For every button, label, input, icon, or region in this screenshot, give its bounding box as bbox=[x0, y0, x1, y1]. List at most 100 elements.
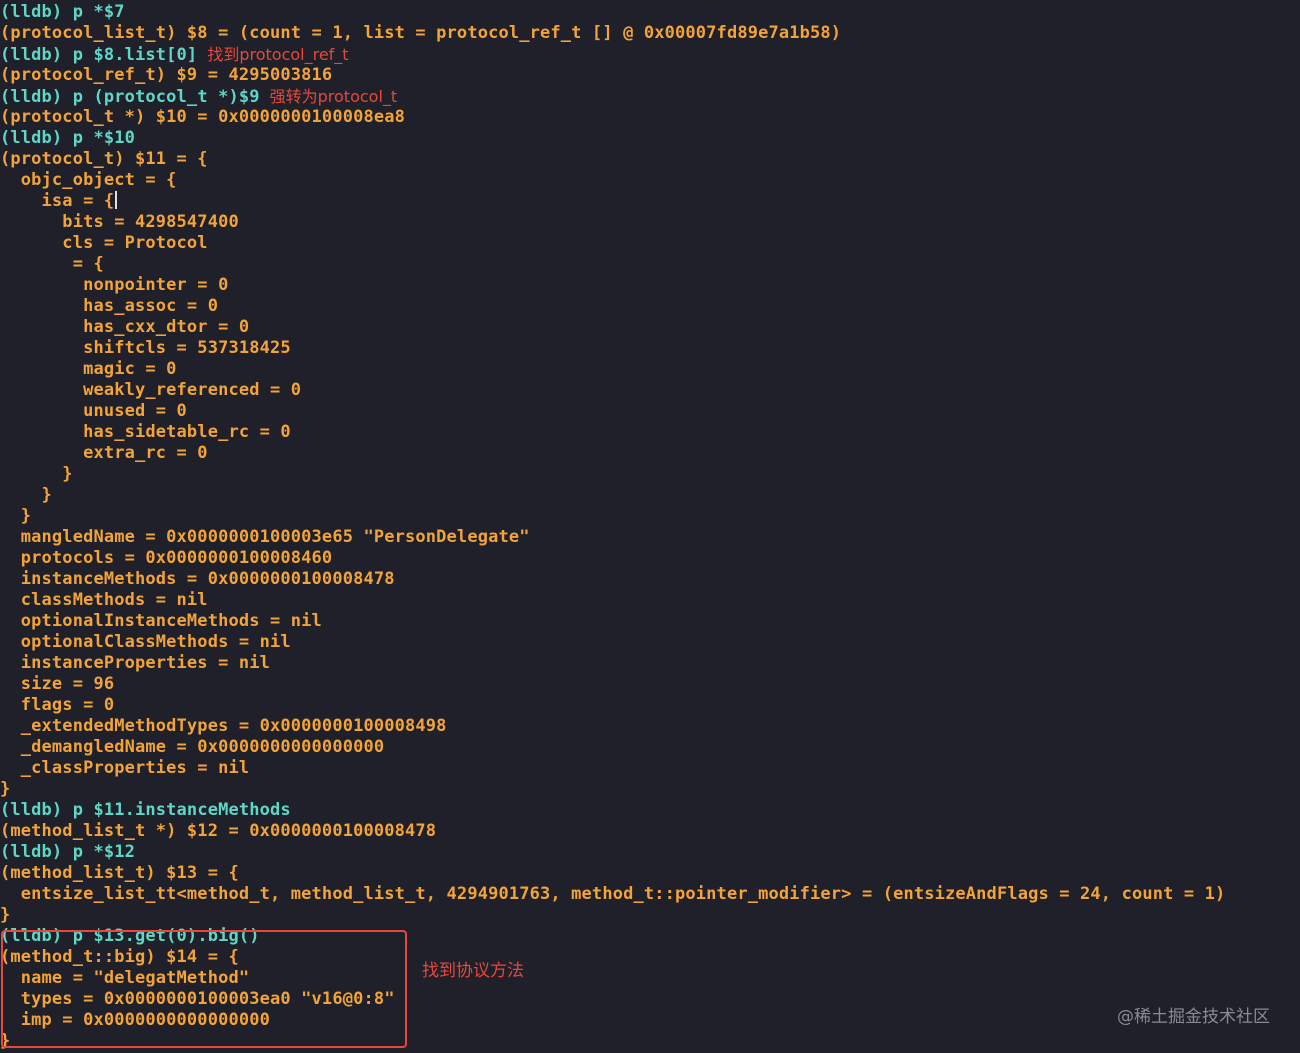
output-text: entsize_list_tt<method_t, method_list_t,… bbox=[0, 884, 1226, 904]
command-text: p *$7 bbox=[62, 2, 125, 22]
highlight-box bbox=[1, 930, 407, 1048]
output-line: magic = 0 bbox=[0, 359, 177, 380]
output-line: nonpointer = 0 bbox=[0, 275, 228, 296]
output-text: size = 96 bbox=[0, 674, 115, 694]
text-cursor bbox=[115, 191, 118, 209]
output-text: } bbox=[0, 485, 52, 505]
output-line: protocols = 0x0000000100008460 bbox=[0, 548, 332, 569]
output-line: _classProperties = nil bbox=[0, 758, 249, 779]
command-text: p *$10 bbox=[62, 128, 136, 148]
output-text: extra_rc = 0 bbox=[0, 443, 208, 463]
output-line: objc_object = { bbox=[0, 170, 177, 191]
output-line: (protocol_list_t) $8 = (count = 1, list … bbox=[0, 23, 841, 44]
output-line: unused = 0 bbox=[0, 401, 187, 422]
output-text: } bbox=[0, 506, 32, 526]
command-line: (lldb) p (protocol_t *)$9 强转为protocol_t bbox=[0, 86, 397, 107]
output-line: optionalInstanceMethods = nil bbox=[0, 611, 322, 632]
output-text: classMethods = nil bbox=[0, 590, 208, 610]
command-line: (lldb) p $8.list[0] 找到protocol_ref_t bbox=[0, 44, 349, 65]
output-text: instanceMethods = 0x0000000100008478 bbox=[0, 569, 395, 589]
output-text: } bbox=[0, 464, 73, 484]
output-text: (protocol_t) $11 = { bbox=[0, 149, 208, 169]
output-line: size = 96 bbox=[0, 674, 114, 695]
output-text: flags = 0 bbox=[0, 695, 115, 715]
command-text: p $8.list[0] bbox=[62, 45, 198, 65]
output-text: _demangledName = 0x0000000000000000 bbox=[0, 737, 385, 757]
command-line: (lldb) p *$7 bbox=[0, 2, 125, 23]
output-text: shiftcls = 537318425 bbox=[0, 338, 291, 358]
output-text: mangledName = 0x0000000100003e65 "Person… bbox=[0, 527, 530, 547]
output-line: (method_list_t *) $12 = 0x00000001000084… bbox=[0, 821, 436, 842]
command-text: p $11.instanceMethods bbox=[62, 800, 291, 820]
output-line: has_assoc = 0 bbox=[0, 296, 218, 317]
output-line: _extendedMethodTypes = 0x000000010000849… bbox=[0, 716, 447, 737]
command-text: p (protocol_t *)$9 bbox=[62, 87, 260, 107]
output-text: bits = 4298547400 bbox=[0, 212, 239, 232]
output-text: (method_list_t *) $12 = 0x00000001000084… bbox=[0, 821, 437, 841]
output-text: weakly_referenced = 0 bbox=[0, 380, 302, 400]
output-line: isa = { bbox=[0, 191, 118, 212]
output-line: flags = 0 bbox=[0, 695, 114, 716]
output-text: isa = { bbox=[0, 191, 115, 211]
command-line: (lldb) p $11.instanceMethods bbox=[0, 800, 291, 821]
output-text: protocols = 0x0000000100008460 bbox=[0, 548, 333, 568]
output-line: (method_list_t) $13 = { bbox=[0, 863, 239, 884]
output-text: instanceProperties = nil bbox=[0, 653, 271, 673]
output-text: has_cxx_dtor = 0 bbox=[0, 317, 250, 337]
output-line: weakly_referenced = 0 bbox=[0, 380, 301, 401]
output-line: has_cxx_dtor = 0 bbox=[0, 317, 249, 338]
output-text: optionalClassMethods = nil bbox=[0, 632, 291, 652]
output-line: } bbox=[0, 506, 31, 527]
output-text: cls = Protocol bbox=[0, 233, 208, 253]
output-line: has_sidetable_rc = 0 bbox=[0, 422, 291, 443]
output-line: cls = Protocol bbox=[0, 233, 208, 254]
output-line: shiftcls = 537318425 bbox=[0, 338, 291, 359]
output-line: extra_rc = 0 bbox=[0, 443, 208, 464]
output-text: _classProperties = nil bbox=[0, 758, 250, 778]
annotation-note: 找到protocol_ref_t bbox=[207, 45, 349, 64]
lldb-prompt: (lldb) bbox=[0, 2, 63, 22]
command-line: (lldb) p *$10 bbox=[0, 128, 135, 149]
output-line: } bbox=[0, 464, 73, 485]
output-text: (protocol_t *) $10 = 0x0000000100008ea8 bbox=[0, 107, 406, 127]
output-text: } bbox=[0, 779, 11, 799]
lldb-prompt: (lldb) bbox=[0, 800, 63, 820]
output-text: = { bbox=[0, 254, 104, 274]
output-text: objc_object = { bbox=[0, 170, 177, 190]
output-line: classMethods = nil bbox=[0, 590, 208, 611]
output-line: (protocol_t) $11 = { bbox=[0, 149, 208, 170]
output-line: } bbox=[0, 779, 10, 800]
output-text: optionalInstanceMethods = nil bbox=[0, 611, 322, 631]
output-line: instanceMethods = 0x0000000100008478 bbox=[0, 569, 395, 590]
lldb-console[interactable]: (lldb) p *$7 (protocol_list_t) $8 = (coun… bbox=[0, 0, 1300, 1053]
command-text: p *$12 bbox=[62, 842, 136, 862]
lldb-prompt: (lldb) bbox=[0, 128, 63, 148]
lldb-prompt: (lldb) bbox=[0, 842, 63, 862]
output-line: optionalClassMethods = nil bbox=[0, 632, 291, 653]
output-line: } bbox=[0, 905, 10, 926]
lldb-prompt: (lldb) bbox=[0, 87, 63, 107]
output-line: (protocol_ref_t) $9 = 4295003816 bbox=[0, 65, 332, 86]
output-line: bits = 4298547400 bbox=[0, 212, 239, 233]
output-line: instanceProperties = nil bbox=[0, 653, 270, 674]
output-line: (protocol_t *) $10 = 0x0000000100008ea8 bbox=[0, 107, 405, 128]
output-line: mangledName = 0x0000000100003e65 "Person… bbox=[0, 527, 530, 548]
output-line: entsize_list_tt<method_t, method_list_t,… bbox=[0, 884, 1226, 905]
output-text: has_assoc = 0 bbox=[0, 296, 219, 316]
output-text: has_sidetable_rc = 0 bbox=[0, 422, 291, 442]
output-text: _extendedMethodTypes = 0x000000010000849… bbox=[0, 716, 447, 736]
annotation-note: 强转为protocol_t bbox=[269, 87, 398, 106]
output-text: (protocol_ref_t) $9 = 4295003816 bbox=[0, 65, 333, 85]
lldb-prompt: (lldb) bbox=[0, 45, 63, 65]
output-line: } bbox=[0, 485, 52, 506]
output-text: unused = 0 bbox=[0, 401, 187, 421]
watermark: @稀土掘金技术社区 bbox=[1117, 1007, 1270, 1027]
output-line: = { bbox=[0, 254, 104, 275]
command-line: (lldb) p *$12 bbox=[0, 842, 135, 863]
output-line: _demangledName = 0x0000000000000000 bbox=[0, 737, 384, 758]
annotation-found-protocol-method: 找到协议方法 bbox=[422, 961, 524, 981]
output-text: nonpointer = 0 bbox=[0, 275, 229, 295]
output-text: } bbox=[0, 905, 11, 925]
output-text: (protocol_list_t) $8 = (count = 1, list … bbox=[0, 23, 842, 43]
output-text: magic = 0 bbox=[0, 359, 177, 379]
